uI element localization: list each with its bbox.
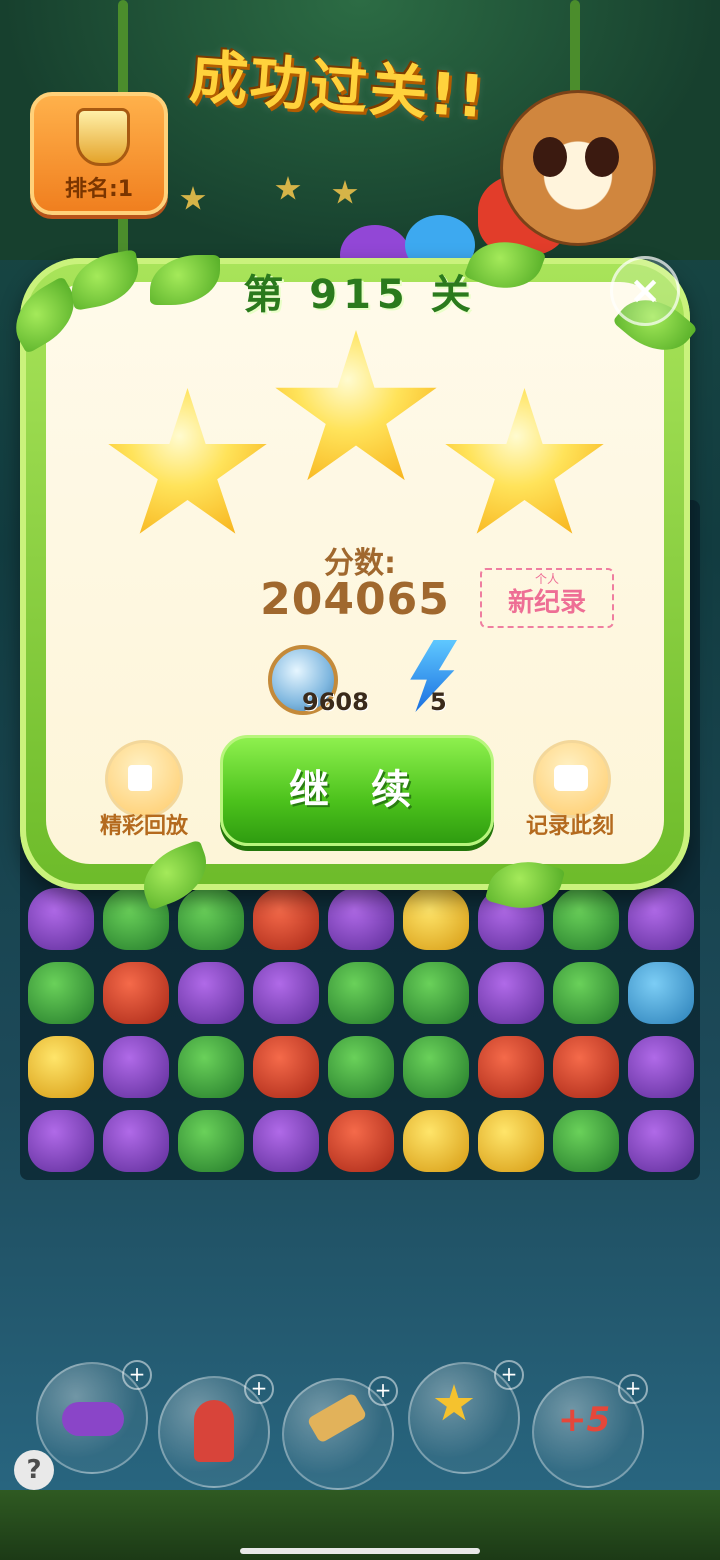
plus-five-label: +5 — [558, 1400, 611, 1440]
record-stamp-small: 个人 — [534, 572, 559, 586]
coin-count: 9608 — [302, 688, 369, 716]
replay-label: 精彩回放 — [99, 814, 188, 839]
camera-icon — [554, 765, 588, 791]
record-moment-button[interactable] — [533, 740, 611, 818]
booster-plus-moves[interactable]: +5 + — [532, 1374, 648, 1488]
booster-wand[interactable]: + — [408, 1360, 524, 1474]
board-tile — [553, 888, 619, 950]
hammer-icon — [306, 1392, 368, 1444]
board-tile — [478, 1110, 544, 1172]
board-tile — [628, 888, 694, 950]
energy-count: 5 — [430, 688, 447, 716]
board-tile — [553, 1036, 619, 1098]
board-tile — [28, 1110, 94, 1172]
board-tile — [178, 962, 244, 1024]
rank-label: 排名:1 — [64, 177, 134, 202]
board-tile — [178, 1110, 244, 1172]
plus-icon: + — [618, 1374, 648, 1404]
board-tile — [628, 962, 694, 1024]
board-tile — [253, 1036, 319, 1098]
rank-badge[interactable]: 排名:1 — [30, 92, 168, 215]
board-tile — [103, 1110, 169, 1172]
board-tile — [28, 888, 94, 950]
board-tile — [253, 1110, 319, 1172]
rank-shield-icon — [76, 108, 130, 166]
plus-icon: + — [244, 1374, 274, 1404]
board-tile — [253, 888, 319, 950]
board-tile — [328, 1110, 394, 1172]
raccoon-mascot — [500, 90, 656, 246]
swap-icon — [62, 1402, 124, 1436]
board-tile — [103, 962, 169, 1024]
video-icon — [128, 765, 152, 791]
booster-hammer[interactable]: + — [282, 1376, 398, 1490]
board-tile — [403, 888, 469, 950]
continue-button[interactable]: 继 续 — [220, 735, 494, 846]
board-tile — [28, 962, 94, 1024]
close-button[interactable]: × — [610, 256, 680, 326]
mascot-eye — [533, 137, 567, 177]
board-tile — [403, 1036, 469, 1098]
booster-swap[interactable]: + — [36, 1360, 152, 1474]
board-tile — [628, 1036, 694, 1098]
replay-button[interactable] — [105, 740, 183, 818]
board-tile — [553, 962, 619, 1024]
board-tile — [253, 962, 319, 1024]
record-moment-label: 记录此刻 — [525, 814, 614, 839]
board-tile — [178, 1036, 244, 1098]
plus-icon: + — [494, 1360, 524, 1390]
magic-wand-icon — [434, 1384, 474, 1421]
board-tile — [403, 1110, 469, 1172]
record-stamp-big: 新纪录 — [507, 588, 586, 618]
new-record-stamp: 个人 新纪录 — [480, 568, 614, 628]
board-tile — [178, 888, 244, 950]
board-tile — [328, 962, 394, 1024]
booster-rocket[interactable]: + — [158, 1374, 274, 1488]
plus-icon: + — [368, 1376, 398, 1406]
board-tile — [478, 962, 544, 1024]
board-tile — [28, 1036, 94, 1098]
plus-icon: + — [122, 1360, 152, 1390]
help-button[interactable]: ? — [14, 1450, 54, 1490]
mascot-eye — [585, 137, 619, 177]
rocket-icon — [194, 1400, 234, 1462]
board-tile — [328, 888, 394, 950]
board-tile — [553, 1110, 619, 1172]
home-indicator[interactable] — [240, 1548, 480, 1554]
board-tile — [103, 1036, 169, 1098]
board-tile — [328, 1036, 394, 1098]
board-tile — [478, 1036, 544, 1098]
board-tile — [403, 962, 469, 1024]
board-tile — [628, 1110, 694, 1172]
